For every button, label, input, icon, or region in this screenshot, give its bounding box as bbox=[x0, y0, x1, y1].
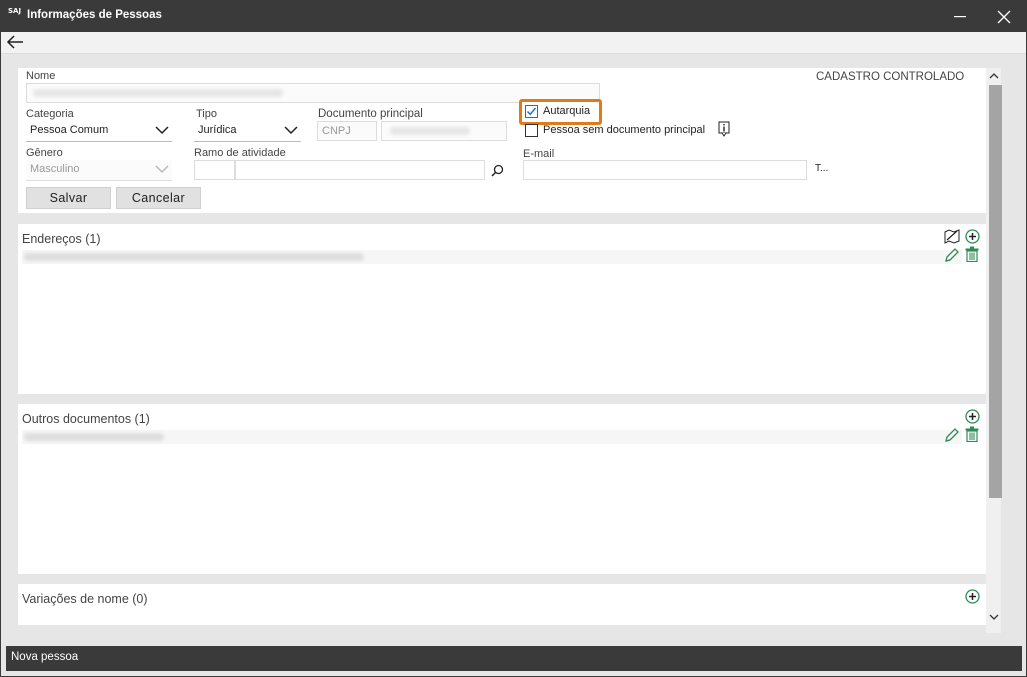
ramo-codigo-field[interactable] bbox=[194, 160, 235, 180]
email-field[interactable] bbox=[523, 160, 807, 180]
add-icon[interactable] bbox=[965, 589, 980, 604]
person-form-panel: Nome CADASTRO CONTROLADO Categoria Pesso… bbox=[18, 68, 986, 213]
close-icon bbox=[997, 10, 1011, 23]
arrow-left-icon bbox=[6, 35, 23, 49]
info-icon[interactable] bbox=[718, 121, 730, 137]
add-icon[interactable] bbox=[965, 229, 980, 244]
documento-row[interactable] bbox=[22, 430, 962, 444]
edit-icon[interactable] bbox=[944, 427, 960, 443]
minimize-button[interactable] bbox=[938, 1, 982, 32]
vertical-scrollbar[interactable] bbox=[986, 68, 1002, 633]
app-logo: SAJ bbox=[8, 7, 22, 15]
checkmark-icon bbox=[526, 107, 537, 116]
ramo-atividade-label: Ramo de atividade bbox=[194, 147, 286, 159]
status-text: Nova pessoa bbox=[11, 651, 79, 663]
title-bar: SAJ Informações de Pessoas bbox=[1, 1, 1026, 32]
content-area: Nome CADASTRO CONTROLADO Categoria Pesso… bbox=[8, 62, 1020, 637]
tipo-select[interactable]: Jurídica bbox=[194, 121, 301, 141]
window-title: Informações de Pessoas bbox=[27, 9, 162, 21]
autarquia-checkbox[interactable] bbox=[525, 105, 538, 118]
controlled-register-label: CADASTRO CONTROLADO bbox=[816, 71, 965, 83]
email-label: E-mail bbox=[523, 148, 555, 160]
chevron-down-icon bbox=[155, 165, 169, 174]
variacoes-nome-panel: Variações de nome (0) bbox=[18, 584, 986, 625]
add-icon[interactable] bbox=[965, 409, 980, 424]
map-marker-icon[interactable] bbox=[944, 228, 960, 244]
email-more-link[interactable]: T... bbox=[815, 163, 828, 174]
genero-value: Masculino bbox=[30, 163, 80, 175]
chevron-down-icon bbox=[284, 126, 298, 135]
search-icon[interactable] bbox=[491, 164, 504, 177]
categoria-label: Categoria bbox=[26, 108, 74, 120]
endereco-row[interactable] bbox=[22, 250, 962, 264]
sem-documento-checkbox[interactable] bbox=[525, 124, 538, 137]
scroll-up-icon[interactable] bbox=[989, 72, 999, 79]
genero-label: Gênero bbox=[26, 147, 63, 159]
documento-tipo-value: CNPJ bbox=[322, 125, 351, 137]
window: SAJ Informações de Pessoas Nome CADASTRO… bbox=[0, 0, 1027, 677]
edit-icon[interactable] bbox=[944, 247, 960, 263]
categoria-select[interactable]: Pessoa Comum bbox=[26, 121, 172, 141]
outros-documentos-panel: Outros documentos (1) bbox=[18, 404, 986, 574]
documento-numero-field[interactable] bbox=[381, 121, 507, 141]
cancelar-button[interactable]: Cancelar bbox=[116, 187, 201, 209]
minimize-icon bbox=[954, 15, 966, 17]
outros-documentos-title: Outros documentos (1) bbox=[22, 412, 150, 426]
salvar-button[interactable]: Salvar bbox=[26, 187, 111, 209]
enderecos-panel: Endereços (1) bbox=[18, 224, 986, 394]
tipo-label: Tipo bbox=[196, 108, 217, 120]
status-bar: Nova pessoa bbox=[6, 646, 1022, 671]
autarquia-label: Autarquia bbox=[543, 105, 591, 117]
documento-principal-label: Documento principal bbox=[318, 108, 423, 120]
tipo-value: Jurídica bbox=[198, 124, 237, 136]
nome-field[interactable] bbox=[26, 83, 600, 103]
back-button[interactable] bbox=[6, 34, 28, 52]
scroll-down-icon[interactable] bbox=[989, 614, 999, 621]
trash-icon[interactable] bbox=[965, 426, 979, 442]
nome-label: Nome bbox=[26, 70, 56, 82]
genero-select[interactable]: Masculino bbox=[26, 160, 172, 180]
close-button[interactable] bbox=[982, 1, 1026, 32]
categoria-value: Pessoa Comum bbox=[30, 124, 109, 136]
trash-icon[interactable] bbox=[965, 246, 979, 262]
variacoes-nome-title: Variações de nome (0) bbox=[22, 592, 148, 606]
ramo-descricao-field[interactable] bbox=[235, 160, 485, 180]
documento-tipo-field[interactable]: CNPJ bbox=[317, 121, 377, 141]
scroll-thumb[interactable] bbox=[989, 85, 1002, 498]
sem-documento-label: Pessoa sem documento principal bbox=[543, 124, 706, 136]
enderecos-title: Endereços (1) bbox=[22, 232, 101, 246]
toolbar bbox=[1, 32, 1026, 54]
chevron-down-icon bbox=[155, 126, 169, 135]
